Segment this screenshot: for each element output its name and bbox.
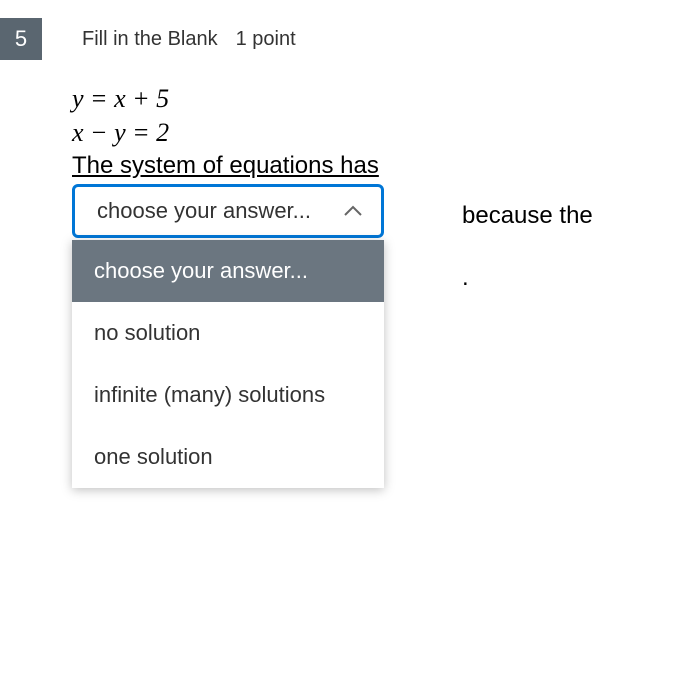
question-number-badge: 5 [0, 18, 42, 60]
dropdown-option[interactable]: one solution [72, 426, 384, 488]
question-number-text: 5 [15, 26, 27, 52]
question-header: 5 Fill in the Blank 1 point [0, 0, 682, 60]
equation-line-1: y = x + 5 [72, 82, 682, 116]
trailing-text: because the [462, 202, 593, 230]
dropdown-selected-label: choose your answer... [97, 198, 311, 224]
question-content: y = x + 5 x − y = 2 The system of equati… [0, 60, 682, 238]
equation-line-2: x − y = 2 [72, 116, 682, 150]
chevron-up-icon [343, 205, 363, 217]
answer-dropdown[interactable]: choose your answer... [72, 184, 384, 238]
trailing-dot: . [462, 264, 469, 292]
dropdown-menu: choose your answer...no solutioninfinite… [72, 240, 384, 488]
dropdown-option[interactable]: no solution [72, 302, 384, 364]
answer-dropdown-wrap: choose your answer... choose your answer… [72, 184, 682, 238]
dropdown-option[interactable]: infinite (many) solutions [72, 364, 384, 426]
dropdown-option[interactable]: choose your answer... [72, 240, 384, 302]
points-label: 1 point [236, 28, 296, 51]
question-type-label: Fill in the Blank [82, 28, 218, 51]
question-prompt-text: The system of equations has [72, 152, 682, 180]
